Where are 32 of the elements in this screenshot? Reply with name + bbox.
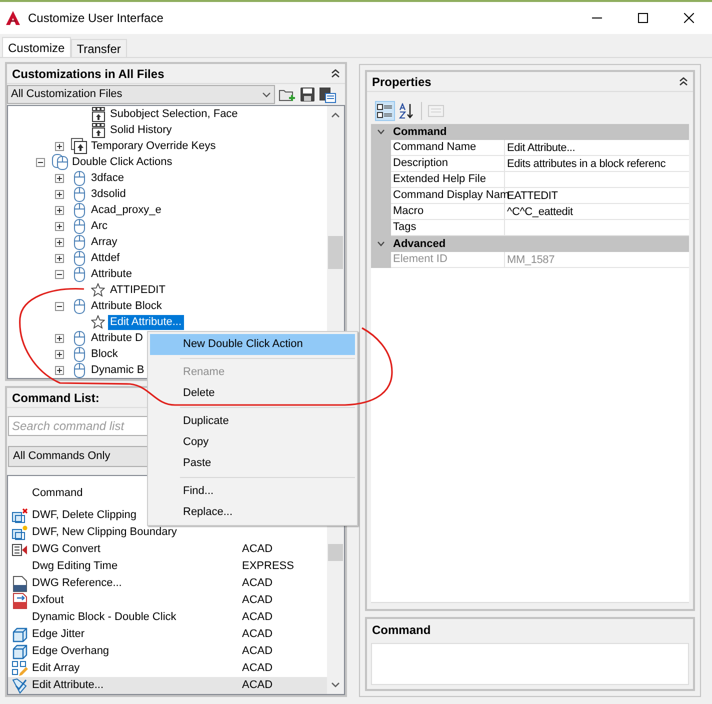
section-title: Advanced [393,236,446,252]
command-name-cell: DWG Reference... [32,577,122,590]
source-cell-text: ACAD [242,610,273,626]
command-name-cell: Edit Array [32,662,80,674]
panel-title: Customizations in All Files [12,66,164,82]
command-name-cell: Dynamic Block - Double Click [32,611,176,624]
command-name-cell: Edit Attribute... [32,679,104,692]
section-title: Command [393,124,447,140]
command-name-cell: DWF, New Clipping Boundary [32,526,177,538]
property-name: Description [391,156,505,172]
source-cell-text: ACAD [242,542,273,558]
source-cell-text: ACAD [242,678,273,694]
window-title: Customize User Interface [28,10,164,27]
property-name: Extended Help File [391,172,505,188]
command-name-cell: DWG Convert [32,543,100,556]
source-cell-text: ACAD [242,627,273,642]
source-cell-text: ACAD [242,661,273,676]
property-name: Macro [391,204,505,220]
panel-title: Command [371,622,432,639]
property-name: Element ID [391,252,505,268]
panel-title: Properties [372,74,432,90]
source-cell-text: ACAD [242,593,273,608]
source-cell-text: ACAD [242,576,273,592]
command-name-cell: Edge Overhang [32,645,110,658]
command-name-cell: Dwg Editing Time [32,560,118,572]
source-cell-text: EXPRESS [242,559,294,574]
source-cell-text: ACAD [242,644,273,660]
command-name-cell: DWF, Delete Clipping [32,509,137,522]
property-name: Command Name [391,140,505,156]
command-name-cell: Dxfout [32,594,64,606]
command-name-cell: Edge Jitter [32,628,85,640]
panel-title: Command List: [12,390,100,406]
